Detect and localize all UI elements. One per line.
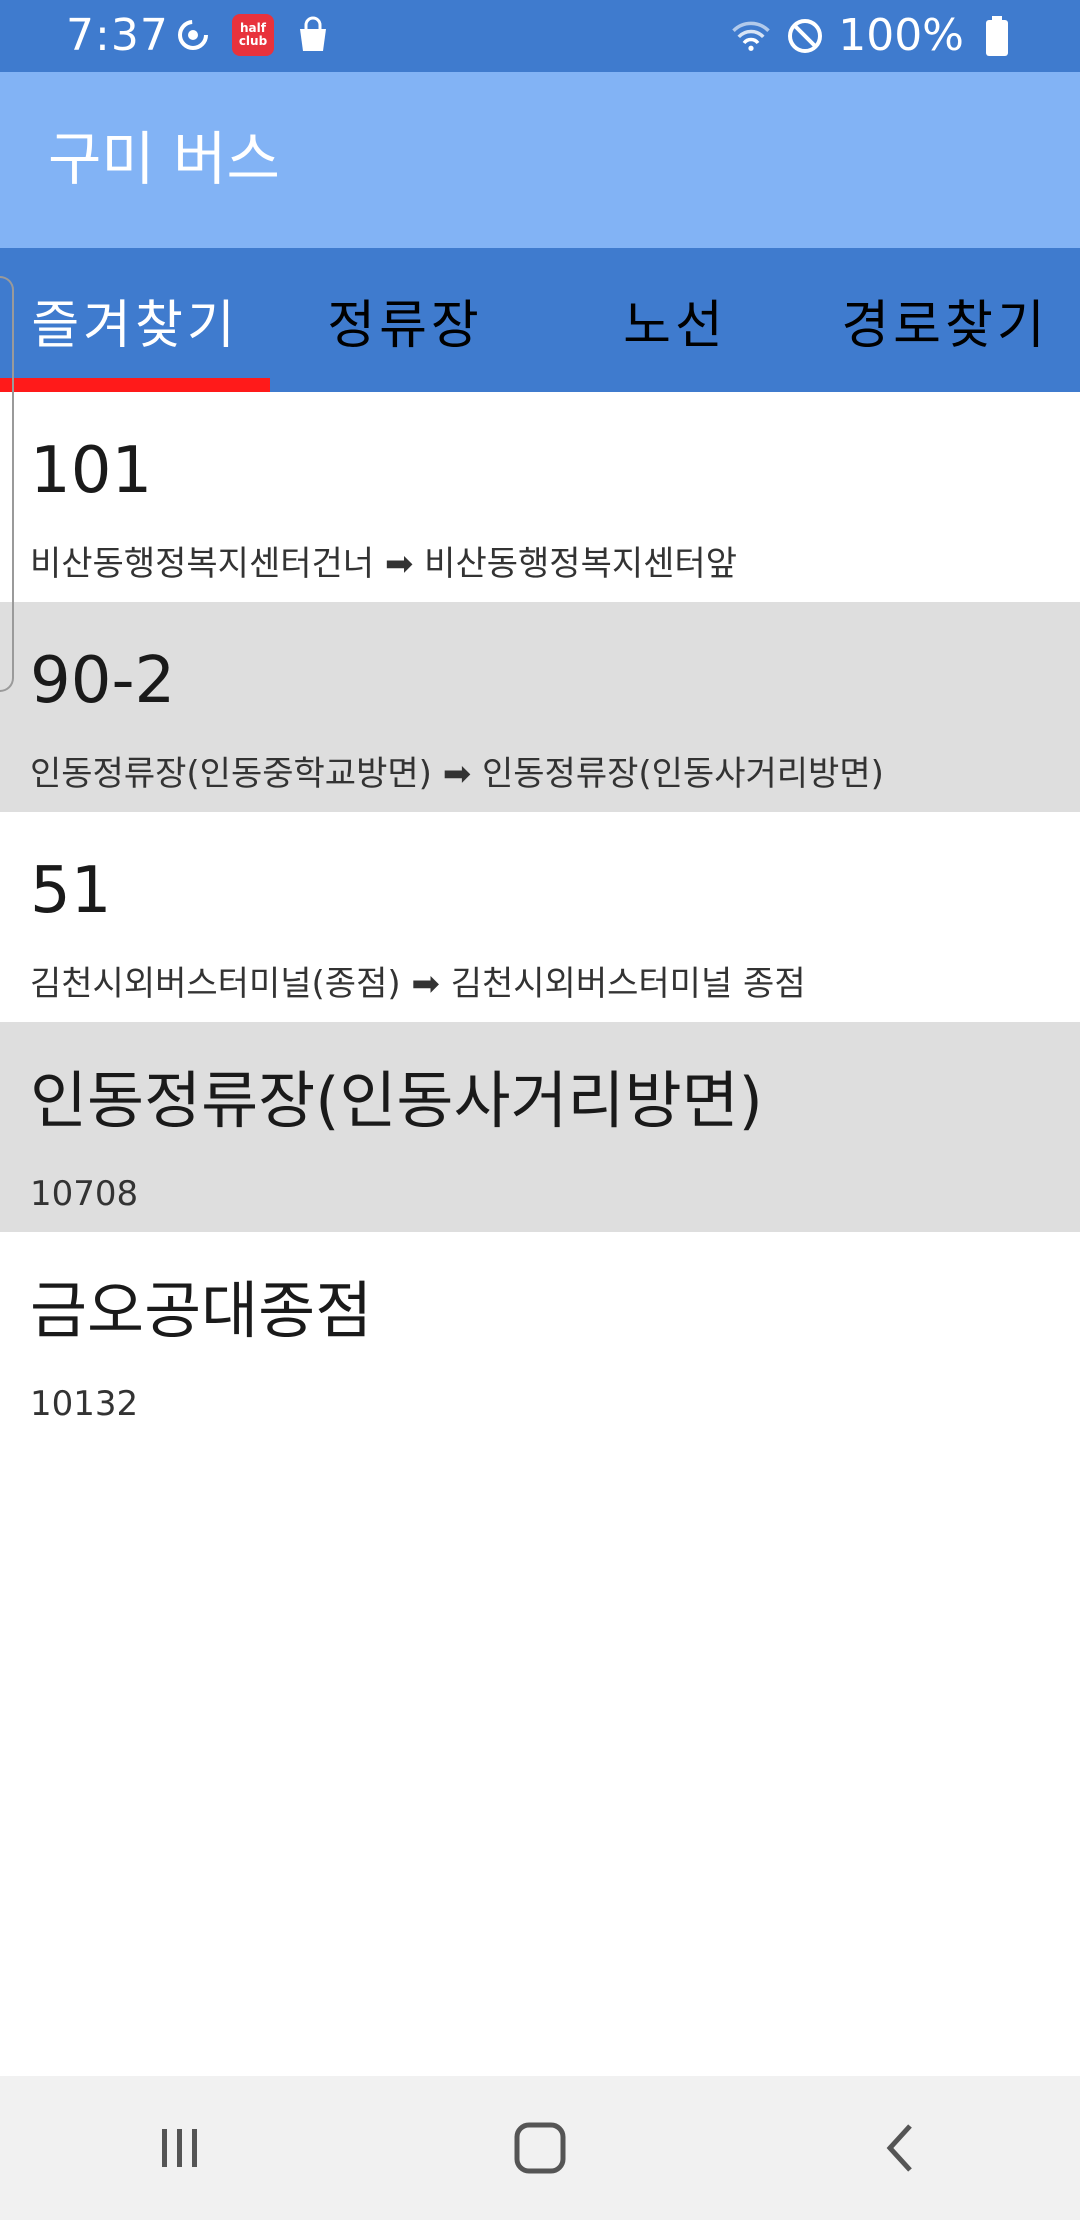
list-item[interactable]: 90-2 인동정류장(인동중학교방면) ➡ 인동정류장(인동사거리방면) [0,602,1080,812]
sync-icon [172,14,214,56]
tab-route-search[interactable]: 경로찾기 [810,248,1080,392]
shopping-bag-icon [292,14,334,56]
tab-routes[interactable]: 노선 [540,248,810,392]
stop-id: 10132 [30,1384,139,1424]
half-club-app-icon: half club [232,14,274,56]
list-item[interactable]: 금오공대종점 10132 [0,1232,1080,1442]
route-direction: 인동정류장(인동중학교방면) ➡ 인동정류장(인동사거리방면) [30,754,884,794]
list-item[interactable]: 101 비산동행정복지센터건너 ➡ 비산동행정복지센터앞 [0,392,1080,602]
stop-id: 10708 [30,1174,139,1214]
stop-name: 인동정류장(인동사거리방면) [30,1064,763,1137]
back-button[interactable] [840,2088,960,2208]
tab-stops[interactable]: 정류장 [270,248,540,392]
recent-apps-icon [162,2129,197,2167]
home-button[interactable] [480,2088,600,2208]
navigation-bar [0,2076,1080,2220]
route-number: 101 [30,434,153,508]
status-system-icons: 100% [730,8,1018,64]
route-number: 90-2 [30,644,176,718]
app-title: 구미 버스 [48,125,280,193]
status-bar: 7:37 half club 100% [0,0,1080,72]
route-number: 51 [30,854,112,928]
stop-name: 금오공대종점 [30,1274,373,1347]
status-time: 7:37 [66,10,169,61]
battery-percent: 100% [838,10,964,61]
battery-icon [976,15,1018,57]
app-bar: 구미 버스 [0,72,1080,248]
wifi-icon [730,15,772,57]
home-icon [514,2122,566,2174]
edge-panel-handle[interactable] [0,276,14,692]
half-club-text-2: club [238,34,268,48]
tab-favorites[interactable]: 즐겨찾기 [0,248,270,392]
route-direction: 비산동행정복지센터건너 ➡ 비산동행정복지센터앞 [30,544,737,584]
list-item[interactable]: 51 김천시외버스터미널(종점) ➡ 김천시외버스터미널 종점 [0,812,1080,1022]
tab-bar: 즐겨찾기 정류장 노선 경로찾기 [0,248,1080,392]
status-notification-icons: half club [172,14,334,56]
recent-apps-button[interactable] [120,2088,240,2208]
favorites-list: 101 비산동행정복지센터건너 ➡ 비산동행정복지센터앞 90-2 인동정류장(… [0,392,1080,1442]
route-direction: 김천시외버스터미널(종점) ➡ 김천시외버스터미널 종점 [30,964,806,1004]
back-icon [886,2124,912,2172]
list-item[interactable]: 인동정류장(인동사거리방면) 10708 [0,1022,1080,1232]
do-not-disturb-icon [784,15,826,57]
